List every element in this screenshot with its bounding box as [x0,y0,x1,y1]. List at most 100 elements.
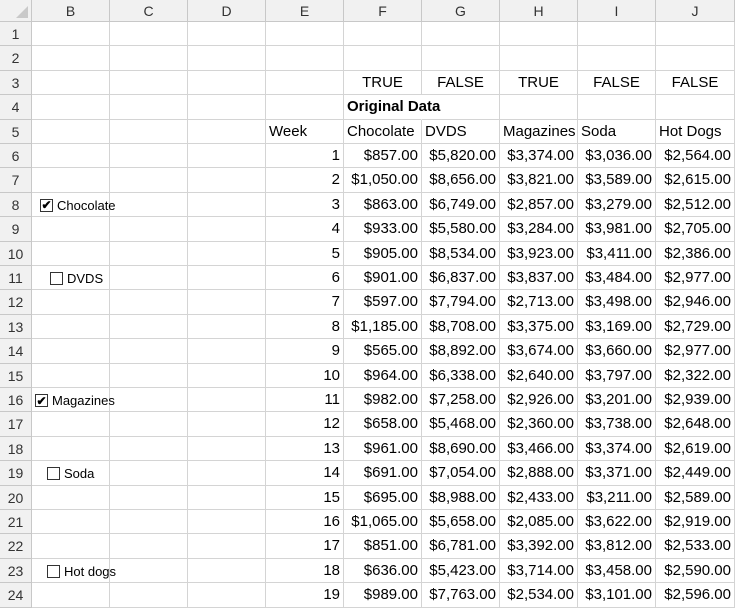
grid-cell[interactable]: $2,857.00 [500,192,578,218]
grid-cell[interactable]: $2,946.00 [656,290,735,315]
grid-cell[interactable] [110,22,188,47]
checkbox-dvds[interactable]: DVDS [50,271,103,286]
grid-cell[interactable]: $2,534.00 [500,583,578,608]
column-header[interactable]: I [578,0,656,22]
column-header[interactable]: G [422,0,500,22]
checkbox-empty-icon[interactable] [47,564,60,578]
grid-cell[interactable]: $851.00 [344,534,422,559]
checkbox-soda[interactable]: Soda [47,466,94,481]
grid-cell[interactable]: $5,820.00 [422,144,500,169]
grid-cell[interactable] [266,22,344,47]
grid-cell[interactable]: $3,458.00 [578,558,656,584]
grid-cell[interactable]: 5 [266,241,344,266]
grid-cell[interactable] [110,192,188,218]
grid-cell[interactable]: $3,279.00 [578,192,656,218]
grid-cell[interactable]: 11 [266,388,344,413]
grid-cell[interactable]: $3,738.00 [578,412,656,437]
checkbox-empty-icon[interactable] [47,467,60,481]
grid-cell[interactable]: 3 [266,192,344,218]
grid-cell[interactable]: $3,036.00 [578,144,656,169]
grid-cell[interactable]: FALSE [422,70,500,96]
grid-cell[interactable]: $3,484.00 [578,266,656,291]
grid-cell[interactable]: $3,498.00 [578,290,656,315]
grid-cell[interactable]: Week [266,119,344,144]
checkbox-chocolate[interactable]: ✔ Chocolate [40,198,116,213]
grid-cell[interactable]: 19 [266,583,344,608]
grid-cell[interactable]: $2,926.00 [500,388,578,413]
grid-cell[interactable]: $3,375.00 [500,314,578,340]
row-header[interactable]: 20 [0,485,32,510]
grid-cell[interactable]: FALSE [656,70,735,96]
grid-cell[interactable]: $2,640.00 [500,363,578,388]
grid-cell[interactable] [32,241,110,266]
grid-cell[interactable] [110,119,188,144]
grid-cell[interactable] [344,22,422,47]
row-header[interactable]: 2 [0,46,32,71]
grid-cell[interactable]: $2,590.00 [656,558,735,584]
row-header[interactable]: 10 [0,241,32,266]
grid-cell[interactable] [188,461,266,486]
row-header[interactable]: 9 [0,217,32,242]
grid-cell[interactable] [110,266,188,291]
grid-cell[interactable]: $3,374.00 [500,144,578,169]
grid-cell[interactable] [266,70,344,96]
row-header[interactable]: 18 [0,436,32,462]
grid-cell[interactable]: $2,533.00 [656,534,735,559]
grid-cell[interactable]: $5,658.00 [422,510,500,535]
grid-cell[interactable] [110,46,188,71]
grid-cell[interactable] [500,95,578,120]
column-header[interactable]: D [188,0,266,22]
row-header[interactable]: 5 [0,119,32,144]
grid-cell[interactable] [32,583,110,608]
grid-cell[interactable] [32,119,110,144]
grid-cell[interactable] [188,363,266,388]
grid-cell[interactable]: $3,589.00 [578,168,656,193]
grid-cell[interactable] [188,46,266,71]
grid-cell[interactable]: $3,374.00 [578,436,656,462]
grid-cell[interactable]: $3,211.00 [578,485,656,510]
grid-cell[interactable] [110,217,188,242]
grid-cell[interactable] [188,388,266,413]
grid-cell[interactable] [32,436,110,462]
grid-cell[interactable]: $8,708.00 [422,314,500,340]
grid-cell[interactable]: $3,981.00 [578,217,656,242]
grid-cell[interactable]: 15 [266,485,344,510]
grid-cell[interactable] [500,46,578,71]
grid-cell[interactable] [188,22,266,47]
grid-cell[interactable] [656,46,735,71]
grid-cell[interactable]: $2,360.00 [500,412,578,437]
grid-cell[interactable]: $2,589.00 [656,485,735,510]
grid-cell[interactable]: $3,466.00 [500,436,578,462]
grid-cell[interactable]: $2,648.00 [656,412,735,437]
row-header[interactable]: 17 [0,412,32,437]
grid-cell[interactable]: Original Data [344,95,440,120]
row-header[interactable]: 16 [0,388,32,413]
grid-cell[interactable]: $1,065.00 [344,510,422,535]
checkbox-hot-dogs[interactable]: Hot dogs [47,564,116,579]
grid-cell[interactable] [110,485,188,510]
grid-cell[interactable]: $2,085.00 [500,510,578,535]
grid-cell[interactable]: 13 [266,436,344,462]
row-header[interactable]: 6 [0,144,32,169]
grid-cell[interactable] [188,144,266,169]
grid-cell[interactable]: 18 [266,558,344,584]
grid-cell[interactable]: $3,714.00 [500,558,578,584]
row-header[interactable]: 13 [0,314,32,340]
grid-cell[interactable] [188,266,266,291]
grid-cell[interactable] [188,168,266,193]
column-header[interactable]: E [266,0,344,22]
grid-cell[interactable] [188,217,266,242]
grid-cell[interactable]: $3,837.00 [500,266,578,291]
grid-cell[interactable]: $565.00 [344,339,422,364]
row-header[interactable]: 14 [0,339,32,364]
row-header[interactable]: 19 [0,461,32,486]
grid-cell[interactable] [32,314,110,340]
row-header[interactable]: 8 [0,192,32,218]
grid-cell[interactable]: $8,534.00 [422,241,500,266]
grid-cell[interactable]: $2,449.00 [656,461,735,486]
grid-cell[interactable]: $5,423.00 [422,558,500,584]
grid-cell[interactable]: $2,977.00 [656,266,735,291]
grid-cell[interactable]: $2,322.00 [656,363,735,388]
grid-cell[interactable]: $3,797.00 [578,363,656,388]
grid-cell[interactable]: Hot Dogs [656,119,735,144]
